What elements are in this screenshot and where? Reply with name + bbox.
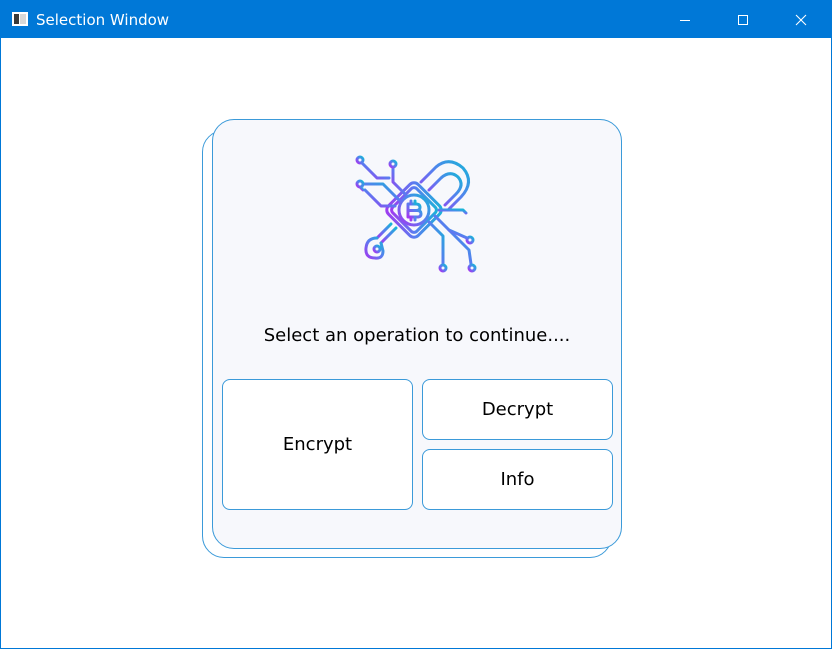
decrypt-button[interactable]: Decrypt (422, 379, 613, 440)
window-title: Selection Window (36, 11, 170, 29)
encrypt-button[interactable]: Encrypt (222, 379, 413, 510)
maximize-button[interactable] (714, 1, 772, 38)
maximize-icon (738, 14, 748, 25)
close-icon (795, 14, 807, 25)
selection-window: Selection Window Select an operation to … (0, 0, 832, 649)
bitcoin-lock-circuit-icon (355, 155, 477, 273)
minimize-icon (680, 19, 690, 21)
app-icon (12, 12, 28, 26)
close-button[interactable] (772, 1, 830, 38)
operation-prompt: Select an operation to continue.... (263, 325, 571, 346)
info-button[interactable]: Info (422, 449, 613, 510)
minimize-button[interactable] (656, 1, 714, 38)
title-bar[interactable]: Selection Window (1, 1, 831, 38)
operation-panel: Select an operation to continue.... Encr… (212, 119, 622, 549)
